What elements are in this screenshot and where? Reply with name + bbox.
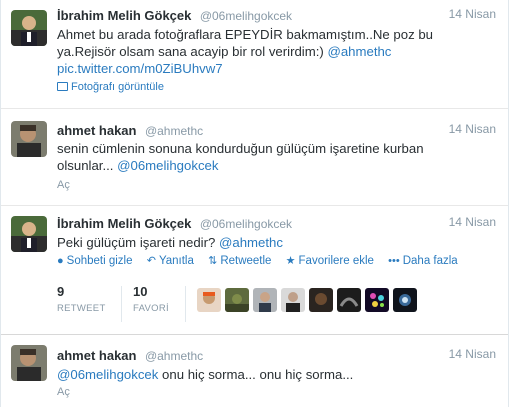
favoriter-image — [337, 288, 361, 312]
pic-link[interactable]: pic.twitter.com/m0ZiBUhvw7 — [57, 61, 223, 76]
tweet-header: ahmet hakan @ahmethc 14 Nisan — [57, 122, 496, 138]
view-photo-label: Fotoğrafı görüntüle — [71, 81, 164, 93]
tweet-stats: 9 RETWEET 10 FAVORİ — [57, 284, 497, 324]
mention-link[interactable]: @ahmethc — [219, 235, 283, 250]
tweet-text-segment: Peki gülüçüm işareti nedir? — [57, 235, 219, 250]
tweet-header: İbrahim Melih Gökçek @06melihgokcek 14 N… — [57, 7, 496, 23]
hide-conversation-button[interactable]: ● Sohbeti gizle — [57, 255, 133, 267]
favorite-count-label: FAVORİ — [133, 303, 169, 314]
avatar-image — [11, 121, 47, 157]
conversation-icon: ● — [57, 255, 64, 267]
username[interactable]: @ahmethc — [145, 349, 203, 363]
avatar[interactable] — [11, 216, 47, 252]
tweet-item[interactable]: ahmet hakan @ahmethc 14 Nisan @06melihgo… — [1, 336, 508, 407]
timestamp[interactable]: 14 Nisan — [449, 7, 496, 21]
favorite-count: 10 — [133, 284, 148, 299]
retweet-label: Retweetle — [220, 255, 272, 267]
tweet-text-line: olsunlar... @06melihgokcek — [57, 157, 494, 174]
avatar[interactable] — [11, 10, 47, 46]
tweet-item[interactable]: ahmet hakan @ahmethc 14 Nisan senin cüml… — [1, 109, 508, 206]
hide-conversation-label: Sohbeti gizle — [66, 255, 133, 267]
favoriter-avatar[interactable] — [309, 288, 333, 312]
tweet-text: @06melihgokcek onu hiç sorma... onu hiç … — [57, 366, 494, 383]
stats-divider — [121, 286, 122, 322]
more-dots-icon: ••• — [388, 255, 400, 267]
view-photo-link[interactable]: Fotoğrafı görüntüle — [57, 81, 164, 93]
favoriter-avatar[interactable] — [225, 288, 249, 312]
mention-link[interactable]: @ahmethc — [327, 44, 391, 59]
tweet-text-line: senin cümlenin sonuna kondurduğun gülüçü… — [57, 141, 424, 156]
more-button[interactable]: ••• Daha fazla — [388, 255, 458, 267]
timestamp[interactable]: 14 Nisan — [449, 215, 496, 229]
photo-icon — [57, 82, 68, 91]
reply-icon: ↶ — [146, 255, 156, 267]
username[interactable]: @06melihgokcek — [200, 9, 292, 23]
stats-divider — [185, 286, 186, 322]
tweet-text-line: ya.Rejisör olsam sana acayip bir rol ver… — [57, 43, 494, 60]
mention-link[interactable]: @06melihgokcek — [117, 158, 218, 173]
favoriter-avatar[interactable] — [365, 288, 389, 312]
tweet-actions: ● Sohbeti gizle ↶ Yanıtla ⇅ Retweetle ★ Favo… — [57, 254, 498, 270]
avatar-image — [11, 345, 47, 381]
retweet-count-label: RETWEET — [57, 303, 106, 314]
avatar[interactable] — [11, 121, 47, 157]
tweet-text: senin cümlenin sonuna kondurduğun gülüçü… — [57, 140, 494, 174]
tweet-text-segment: ya.Rejisör olsam sana acayip bir rol ver… — [57, 44, 328, 59]
favorite-stat[interactable]: 10 FAVORİ — [133, 284, 169, 324]
star-icon: ★ — [285, 255, 296, 267]
tweet-item[interactable]: İbrahim Melih Gökçek @06melihgokcek 14 N… — [1, 0, 508, 109]
avatar[interactable] — [11, 345, 47, 381]
favoriter-avatar[interactable] — [393, 288, 417, 312]
tweet-header: İbrahim Melih Gökçek @06melihgokcek 14 N… — [57, 215, 496, 231]
favoriter-avatar[interactable] — [281, 288, 305, 312]
expand-link[interactable]: Aç — [57, 179, 70, 191]
username[interactable]: @06melihgokcek — [200, 217, 292, 231]
tweet-text-line: Ahmet bu arada fotoğraflara EPEYDİR bakm… — [57, 27, 434, 42]
favorite-button[interactable]: ★ Favorilere ekle — [286, 255, 374, 267]
tweet-text: Peki gülüçüm işareti nedir? @ahmethc — [57, 234, 494, 251]
fullname[interactable]: ahmet hakan — [57, 348, 136, 363]
avatar-image — [11, 10, 47, 46]
avatar-image — [11, 216, 47, 252]
reply-label: Yanıtla — [158, 255, 194, 267]
favoriter-avatar[interactable] — [337, 288, 361, 312]
username[interactable]: @ahmethc — [145, 124, 203, 138]
more-label: Daha fazla — [402, 255, 458, 267]
timestamp[interactable]: 14 Nisan — [449, 347, 496, 361]
mention-link[interactable]: @06melihgokcek — [57, 367, 158, 382]
favoriter-image — [253, 288, 277, 312]
fullname[interactable]: İbrahim Melih Gökçek — [57, 8, 191, 23]
tweet-timeline: İbrahim Melih Gökçek @06melihgokcek 14 N… — [0, 0, 509, 407]
expand-link[interactable]: Aç — [57, 386, 70, 398]
retweet-button[interactable]: ⇅ Retweetle — [208, 255, 271, 267]
retweet-icon: ⇅ — [208, 255, 218, 267]
fullname[interactable]: ahmet hakan — [57, 123, 136, 138]
timestamp[interactable]: 14 Nisan — [449, 122, 496, 136]
favoriter-image — [393, 288, 417, 312]
favoriter-image — [365, 288, 389, 312]
favoriter-avatar[interactable] — [253, 288, 277, 312]
tweet-header: ahmet hakan @ahmethc 14 Nisan — [57, 347, 496, 363]
tweet-text-segment: olsunlar... — [57, 158, 118, 173]
favoriter-image — [281, 288, 305, 312]
tweet-text-segment: onu hiç sorma... onu hiç sorma... — [158, 367, 354, 382]
favoriter-image — [197, 288, 221, 312]
favorite-label: Favorilere ekle — [298, 255, 374, 267]
fullname[interactable]: İbrahim Melih Gökçek — [57, 216, 191, 231]
favoriter-avatar[interactable] — [197, 288, 221, 312]
reply-button[interactable]: ↶ Yanıtla — [147, 255, 194, 267]
favoriter-image — [309, 288, 333, 312]
tweet-text: Ahmet bu arada fotoğraflara EPEYDİR bakm… — [57, 26, 494, 77]
retweet-stat[interactable]: 9 RETWEET — [57, 284, 106, 324]
favoriter-image — [225, 288, 249, 312]
retweet-count: 9 — [57, 284, 65, 299]
